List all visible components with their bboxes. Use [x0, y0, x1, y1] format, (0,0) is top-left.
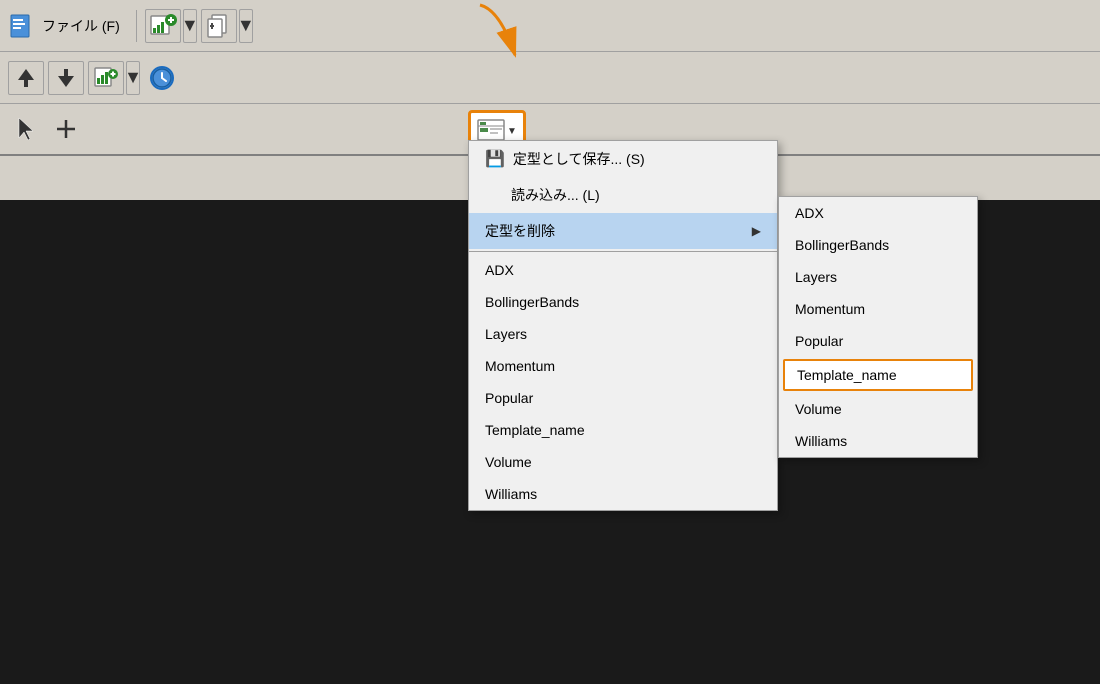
- file-menu-label[interactable]: ファイル (F): [42, 16, 120, 36]
- clock-button[interactable]: [144, 61, 180, 95]
- menu-template-name-label: Template_name: [485, 422, 585, 438]
- submenu-bollinger-item[interactable]: BollingerBands: [779, 229, 977, 261]
- toolbar-row-2: ▼ ▼: [0, 52, 1100, 104]
- menu-adx-label: ADX: [485, 262, 514, 278]
- menu-williams-label: Williams: [485, 486, 537, 502]
- delete-template-item[interactable]: 定型を削除 ▶: [469, 213, 777, 249]
- add-chart-dropdown[interactable]: ▼: [183, 9, 197, 43]
- submenu-adx-label: ADX: [795, 205, 824, 221]
- move-down-button[interactable]: [48, 61, 84, 95]
- main-dropdown-menu: 💾 定型として保存... (S) 読み込み... (L) 定型を削除 ▶ ADX…: [468, 140, 778, 511]
- add-chart-button[interactable]: [145, 9, 181, 43]
- menu-template-name-item[interactable]: Template_name: [469, 414, 777, 446]
- delete-template-label: 定型を削除: [485, 221, 555, 241]
- save-template-item[interactable]: 💾 定型として保存... (S): [469, 141, 777, 177]
- submenu-momentum-label: Momentum: [795, 301, 865, 317]
- save-template-label: 定型として保存... (S): [513, 149, 645, 169]
- template-dropdown-arrow: ▼: [507, 126, 517, 137]
- submenu-bollinger-label: BollingerBands: [795, 237, 889, 253]
- load-template-label: 読み込み... (L): [511, 185, 600, 205]
- cross-button[interactable]: [48, 112, 84, 146]
- submenu-popular-item[interactable]: Popular: [779, 325, 977, 357]
- menu-adx-item[interactable]: ADX: [469, 254, 777, 286]
- submenu-arrow-icon: ▶: [752, 224, 761, 238]
- menu-momentum-label: Momentum: [485, 358, 555, 374]
- delete-submenu: ADX BollingerBands Layers Momentum Popul…: [778, 196, 978, 458]
- submenu-adx-item[interactable]: ADX: [779, 197, 977, 229]
- load-template-item[interactable]: 読み込み... (L): [469, 177, 777, 213]
- copy-button[interactable]: [201, 9, 237, 43]
- submenu-layers-item[interactable]: Layers: [779, 261, 977, 293]
- toolbar-row-1: ファイル (F) ▼ ▼: [0, 0, 1100, 52]
- submenu-williams-label: Williams: [795, 433, 847, 449]
- copy-dropdown[interactable]: ▼: [239, 9, 253, 43]
- menu-separator-1: [469, 251, 777, 252]
- menu-layers-label: Layers: [485, 326, 527, 342]
- menu-bollinger-item[interactable]: BollingerBands: [469, 286, 777, 318]
- clock-icon: [150, 66, 174, 90]
- menu-popular-item[interactable]: Popular: [469, 382, 777, 414]
- submenu-popular-label: Popular: [795, 333, 843, 349]
- menu-bollinger-label: BollingerBands: [485, 294, 579, 310]
- menu-williams-item[interactable]: Williams: [469, 478, 777, 510]
- cursor-button[interactable]: [8, 112, 44, 146]
- file-icon-btn: [8, 12, 36, 40]
- submenu-volume-item[interactable]: Volume: [779, 393, 977, 425]
- submenu-layers-label: Layers: [795, 269, 837, 285]
- menu-volume-item[interactable]: Volume: [469, 446, 777, 478]
- menu-layers-item[interactable]: Layers: [469, 318, 777, 350]
- menu-popular-label: Popular: [485, 390, 533, 406]
- menu-momentum-item[interactable]: Momentum: [469, 350, 777, 382]
- add-indicator-dropdown[interactable]: ▼: [126, 61, 140, 95]
- submenu-template-name-label: Template_name: [797, 367, 897, 383]
- submenu-momentum-item[interactable]: Momentum: [779, 293, 977, 325]
- move-up-button[interactable]: [8, 61, 44, 95]
- menu-volume-label: Volume: [485, 454, 532, 470]
- save-icon: 💾: [485, 149, 505, 169]
- add-indicator-button[interactable]: [88, 61, 124, 95]
- divider-1: [136, 10, 137, 42]
- submenu-volume-label: Volume: [795, 401, 842, 417]
- submenu-template-name-item[interactable]: Template_name: [783, 359, 973, 391]
- submenu-williams-item[interactable]: Williams: [779, 425, 977, 457]
